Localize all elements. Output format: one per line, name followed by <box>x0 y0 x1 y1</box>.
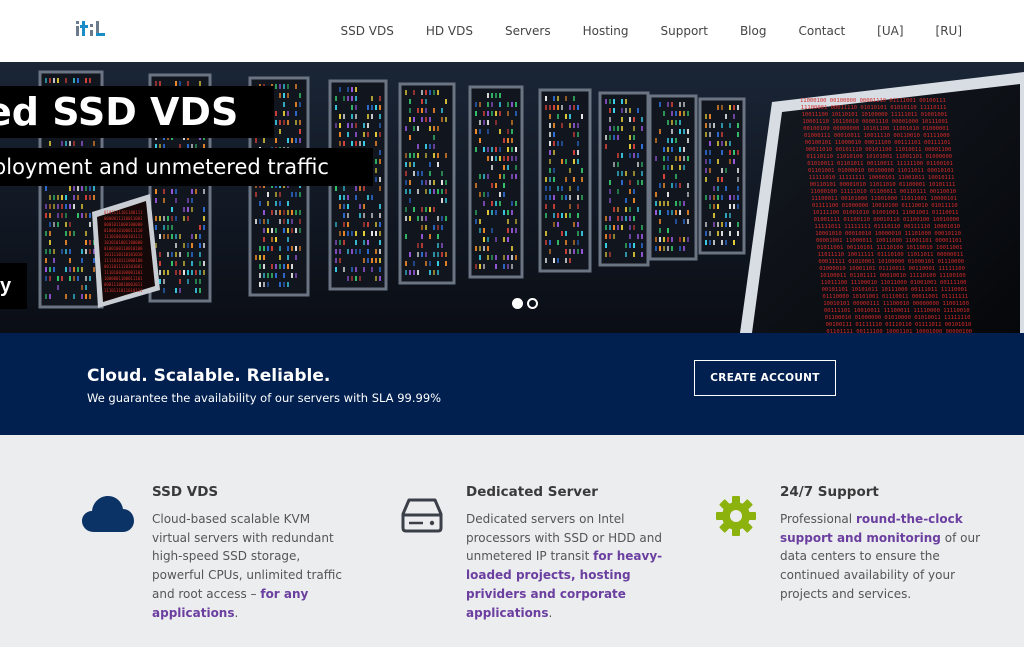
svg-text:01011001 00110101 11110100 101: 01011001 00110101 11110100 10110010 1001… <box>817 245 963 251</box>
svg-text:1011110110101010: 1011110110101010 <box>104 252 143 257</box>
gear-icon <box>716 496 756 536</box>
create-account-button[interactable]: CREATE ACCOUNT <box>694 360 836 396</box>
svg-text:1110111011010111: 1110111011010111 <box>104 288 143 293</box>
hero-subtitle: eployment and unmetered traffic <box>0 148 373 186</box>
banner-title: Cloud. Scalable. Reliable. <box>87 366 331 386</box>
svg-text:01101001 01000010 00100000 110: 01101001 01000010 00100000 11011011 0001… <box>808 168 954 174</box>
svg-text:10010101 00000111 11100010 000: 10010101 00000111 11100010 00000000 1100… <box>823 301 969 307</box>
main-nav: SSD VDS HD VDS Servers Hosting Support B… <box>308 0 962 62</box>
svg-text:00011111 01010001 10100000 010: 00011111 01010001 10100000 01000101 0111… <box>818 259 964 265</box>
feature-title: Dedicated Server <box>466 484 598 500</box>
feature-description: Cloud-based scalable KVM virtual servers… <box>152 512 342 620</box>
svg-text:01110000 10101001 01110011 000: 01110000 10101001 01110011 00011001 0111… <box>822 294 968 300</box>
promo-banner: Cloud. Scalable. Reliable. We guarantee … <box>0 333 1024 435</box>
svg-text:00001001 11000011 10011000 110: 00001001 11000011 10011000 11001101 0000… <box>816 238 962 244</box>
svg-text:01000111 00010011 10011110 001: 01000111 00010011 10011110 00110010 0111… <box>804 133 950 139</box>
nav-item-lang-ru[interactable]: [RU] <box>936 24 962 38</box>
svg-text:1000001100011101: 1000001100011101 <box>104 276 143 281</box>
itl-logo[interactable] <box>75 18 107 38</box>
nav-item-lang-ua[interactable]: [UA] <box>877 24 903 38</box>
svg-text:0000011110011001: 0000011110011001 <box>104 216 143 221</box>
svg-text:11100001 00011110 01010101 010: 11100001 00011110 01010101 01010110 1111… <box>801 105 947 111</box>
banner-subtitle: We guarantee the availability of our ser… <box>87 391 442 405</box>
svg-text:01000010 10001101 01110011 001: 01000010 10001101 01110011 00110001 1111… <box>819 266 965 272</box>
feature-description: Professional round-the-clock support and… <box>780 512 980 601</box>
feature-title: SSD VDS <box>152 484 219 500</box>
svg-text:11100011 00101000 11001000 110: 11100011 00101000 11001000 11011001 1000… <box>811 196 957 202</box>
nav-item-contact[interactable]: Contact <box>798 24 845 38</box>
svg-text:11000100 11111010 01100011 001: 11000100 11111010 01100011 00110111 0011… <box>810 189 956 195</box>
svg-text:11011110 10011111 01110100 110: 11011110 10011111 01110100 11011011 0000… <box>818 252 964 258</box>
nav-item-ssd-vds[interactable]: SSD VDS <box>340 24 393 38</box>
nav-item-servers[interactable]: Servers <box>505 24 551 38</box>
svg-text:00100100 00000000 10101100 110: 00100100 00000000 10101100 11001010 0100… <box>803 126 949 132</box>
hero-cta-button[interactable]: y <box>0 263 27 309</box>
svg-text:00111101 10010011 11100011 111: 00111101 10010011 11100011 11110000 1111… <box>824 308 970 314</box>
svg-text:1110100100101111: 1110100100101111 <box>104 234 143 239</box>
svg-text:1010101001100000: 1010101001100000 <box>104 240 143 245</box>
site-header: SSD VDS HD VDS Servers Hosting Support B… <box>0 0 1024 62</box>
nav-item-support[interactable]: Support <box>661 24 708 38</box>
feature-description: Dedicated servers on Intel processors wi… <box>466 512 663 620</box>
svg-text:00110101 00001010 11011010 011: 00110101 00001010 11011010 01100001 1010… <box>810 182 956 188</box>
svg-text:00100101 11000010 00011100 001: 00100101 11000010 00011100 00111101 0011… <box>805 140 951 146</box>
nav-item-blog[interactable]: Blog <box>740 24 767 38</box>
svg-text:10001010 00010010 10000010 111: 10001010 00010010 10000010 11101000 0001… <box>815 231 961 237</box>
svg-text:10011100 10110101 10100000 111: 10011100 10110101 10100000 11111011 0100… <box>802 112 948 118</box>
nav-item-hd-vds[interactable]: HD VDS <box>426 24 473 38</box>
svg-text:00101101 10101011 10111000 001: 00101101 10101011 10111000 00111011 1111… <box>822 287 968 293</box>
svg-text:11111011 11111111 01110110 001: 11111011 11111111 01110110 00111110 1000… <box>814 224 960 230</box>
svg-text:01010011 01101011 00110011 111: 01010011 01101011 00110011 11111100 0110… <box>807 161 953 167</box>
svg-text:0001110010001011: 0001110010001011 <box>104 282 143 287</box>
feature-title: 24/7 Support <box>780 484 879 500</box>
svg-text:0100010100011110: 0100010100011110 <box>104 228 143 233</box>
svg-text:10100011 01101111 00010010 111: 10100011 01101111 00010010 11110100 1110… <box>820 273 966 279</box>
hero-slider: 11000100 00100000 00001110 01111001 0010… <box>0 62 1024 333</box>
svg-text:00011010 00101110 00101100 110: 00011010 00101110 00101100 11010011 0000… <box>806 147 952 153</box>
hero-title: ed SSD VDS <box>0 86 275 138</box>
svg-text:10001110 10110010 00001110 000: 10001110 10110010 00001110 00001000 1011… <box>802 119 948 125</box>
cloud-icon <box>82 496 134 532</box>
svg-text:11111010 11111111 10000101 110: 11111010 11111111 10000101 11001011 1001… <box>809 175 955 181</box>
features-section: SSD VDS Cloud-based scalable KVM virtual… <box>0 435 1024 647</box>
svg-text:0101111101100111: 0101111101100111 <box>104 210 143 215</box>
slider-dots <box>512 298 538 309</box>
svg-text:1110100100001101: 1110100100001101 <box>104 270 143 275</box>
svg-text:10111100 01001010 01001001 110: 10111100 01001010 01001001 11001001 0111… <box>813 210 959 216</box>
slider-dot-2[interactable] <box>527 298 538 309</box>
svg-text:00100111 01111110 01110110 011: 00100111 01111110 01110110 01111011 0010… <box>826 322 972 328</box>
svg-text:01111100 01000000 10010100 011: 01111100 01000000 10010100 01110010 0101… <box>812 203 958 209</box>
slider-dot-1[interactable] <box>512 298 523 309</box>
svg-text:01001111 01100110 00010110 011: 01001111 01100110 00010110 01100100 1001… <box>814 217 960 223</box>
svg-text:01100010 01000000 01010000 010: 01100010 01000000 01010000 01010011 1111… <box>825 315 971 321</box>
hard-drive-icon <box>401 498 443 533</box>
nav-item-hosting[interactable]: Hosting <box>583 24 629 38</box>
svg-text:0100100110010100: 0100100110010100 <box>104 246 143 251</box>
svg-text:01110110 11010100 10101001 110: 01110110 11010100 10101001 11001101 0100… <box>806 154 952 160</box>
svg-text:1111010111000100: 1111010111000100 <box>104 258 143 263</box>
svg-text:11000100 00100000 00001110 011: 11000100 00100000 00001110 01111001 0010… <box>800 98 946 104</box>
svg-text:0001011000100000: 0001011000100000 <box>104 222 143 227</box>
svg-text:11011100 11100010 11011000 010: 11011100 11100010 11011000 01001001 0011… <box>821 280 967 286</box>
svg-text:0011011110101001: 0011011110101001 <box>104 264 143 269</box>
